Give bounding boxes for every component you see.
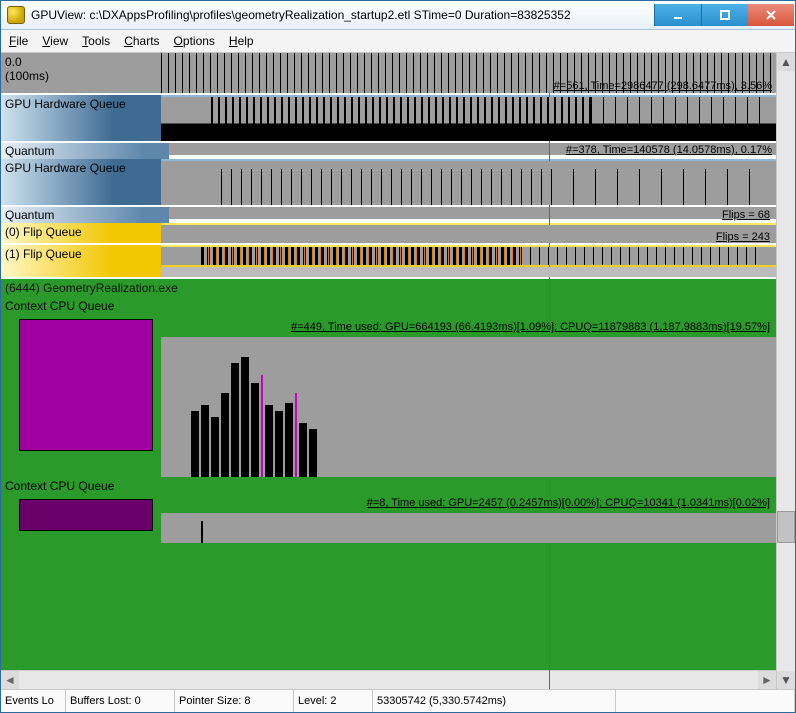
menubar: File View Tools Charts Options Help bbox=[1, 30, 795, 53]
context-2-info: #=8, Time used: GPU=2457 (0.2457ms)[0.00… bbox=[367, 497, 770, 509]
ruler-label: 0.0 (100ms) bbox=[1, 53, 161, 93]
context-2-label: Context CPU Queue bbox=[1, 477, 169, 495]
flip-queue-1: (1) Flip Queue Flips = 243 bbox=[1, 245, 776, 279]
app-icon bbox=[7, 6, 25, 24]
context-2: Context CPU Queue #=8, Time used: GPU=24… bbox=[1, 477, 776, 543]
context-1-bars bbox=[191, 357, 331, 477]
status-blank bbox=[616, 690, 795, 712]
menu-options[interactable]: Options bbox=[174, 34, 215, 48]
vscroll-up-arrow[interactable]: ▲ bbox=[777, 53, 795, 71]
context-1: Context CPU Queue #=449, Time used: GPU=… bbox=[1, 297, 776, 477]
flip-queue-0: (0) Flip Queue Flips = 68 bbox=[1, 223, 776, 245]
statusbar: Events Lo Buffers Lost: 0 Pointer Size: … bbox=[1, 689, 795, 712]
status-events: Events Lo bbox=[1, 690, 66, 712]
menu-tools[interactable]: Tools bbox=[82, 34, 110, 48]
gpu-hw-queue-2-track[interactable]: #=378, Time=140578 (14.0578ms), 0.17% bbox=[161, 159, 776, 205]
flip-queue-0-track[interactable]: Flips = 68 bbox=[161, 223, 776, 243]
minimize-button[interactable] bbox=[654, 4, 701, 26]
maximize-button[interactable] bbox=[701, 4, 748, 26]
context-1-graph[interactable]: #=449, Time used: GPU=664193 (66.4193ms)… bbox=[161, 337, 776, 477]
window-controls bbox=[654, 4, 794, 26]
minimize-icon bbox=[672, 9, 684, 21]
context-2-icon[interactable] bbox=[19, 499, 151, 531]
process-name: (6444) GeometryRealization.exe bbox=[1, 279, 776, 297]
gpu-hw-queue-2-info: #=378, Time=140578 (14.0578ms), 0.17% bbox=[566, 144, 772, 156]
status-pointer: Pointer Size: 8 bbox=[175, 690, 294, 712]
flip-queue-0-label: (0) Flip Queue bbox=[1, 223, 161, 243]
context-1-box bbox=[19, 319, 153, 451]
vscroll-thumb[interactable] bbox=[777, 511, 795, 543]
menu-charts[interactable]: Charts bbox=[124, 34, 159, 48]
flip-1-body[interactable] bbox=[161, 247, 776, 265]
menu-help[interactable]: Help bbox=[229, 34, 254, 48]
titlebar[interactable]: GPUView: c:\DXAppsProfiling\profiles\geo… bbox=[1, 1, 795, 30]
quantum-2: Quantum bbox=[1, 207, 776, 223]
hscroll-left-arrow[interactable]: ◄ bbox=[1, 671, 19, 689]
context-1-info: #=449, Time used: GPU=664193 (66.4193ms)… bbox=[291, 321, 770, 333]
status-level: Level: 2 bbox=[294, 690, 373, 712]
vertical-scrollbar[interactable]: ▲ ▼ bbox=[776, 53, 795, 689]
status-time: 53305742 (5,330.5742ms) bbox=[373, 690, 616, 712]
gpu-hw-queue-2: GPU Hardware Queue #=378, Time=140578 (1… bbox=[1, 159, 776, 207]
hscroll-right-arrow[interactable]: ► bbox=[758, 671, 776, 689]
ruler-start: 0.0 bbox=[5, 55, 157, 69]
quantum-1-label: Quantum bbox=[1, 143, 169, 159]
workspace: 0.0 (100ms) GPU Hardware Queue #=561, Ti… bbox=[1, 53, 795, 689]
close-icon bbox=[765, 9, 777, 21]
horizontal-scrollbar[interactable]: ◄ ► bbox=[1, 670, 776, 689]
flip-1-spikes bbox=[161, 247, 776, 265]
flip-queue-1-track[interactable]: Flips = 243 bbox=[161, 245, 776, 277]
gpu-hw-queue-2-body[interactable] bbox=[161, 161, 776, 205]
gpu-hw-queue-1-label: GPU Hardware Queue bbox=[1, 95, 161, 141]
menu-view[interactable]: View bbox=[42, 34, 68, 48]
close-button[interactable] bbox=[748, 4, 794, 26]
status-buffers: Buffers Lost: 0 bbox=[66, 690, 175, 712]
app-window: GPUView: c:\DXAppsProfiling\profiles\geo… bbox=[0, 0, 796, 713]
maximize-icon bbox=[719, 9, 731, 21]
flip-1-sub bbox=[161, 267, 776, 277]
flip-queue-1-label: (1) Flip Queue bbox=[1, 245, 161, 277]
quantum-2-label: Quantum bbox=[1, 207, 169, 223]
gpu-hw-queue-1-body[interactable] bbox=[161, 97, 776, 141]
context-2-spike bbox=[201, 521, 203, 543]
context-1-icon[interactable] bbox=[19, 319, 151, 451]
gpu-hw-queue-1: GPU Hardware Queue #=561, Time=2986477 (… bbox=[1, 95, 776, 143]
hw2-spikes bbox=[161, 161, 776, 205]
quantum-2-track[interactable] bbox=[169, 207, 776, 219]
context-2-graph[interactable]: #=8, Time used: GPU=2457 (0.2457ms)[0.00… bbox=[161, 513, 776, 543]
timeline[interactable]: 0.0 (100ms) GPU Hardware Queue #=561, Ti… bbox=[1, 53, 776, 689]
process-lane: (6444) GeometryRealization.exe Context C… bbox=[1, 279, 776, 670]
flip-queue-1-info: Flips = 243 bbox=[716, 231, 770, 243]
hw1-spikes bbox=[161, 97, 776, 141]
vscroll-down-arrow[interactable]: ▼ bbox=[777, 671, 795, 689]
flip-0-body[interactable] bbox=[161, 225, 776, 243]
gpu-hw-queue-1-info: #=561, Time=2986477 (298.6477ms), 3.56% bbox=[554, 80, 772, 92]
process-header[interactable]: (6444) GeometryRealization.exe bbox=[1, 279, 776, 297]
flip-queue-0-info: Flips = 68 bbox=[722, 209, 770, 221]
context-1-label: Context CPU Queue bbox=[1, 297, 169, 315]
gpu-hw-queue-2-label: GPU Hardware Queue bbox=[1, 159, 161, 205]
gpu-hw-queue-1-track[interactable]: #=561, Time=2986477 (298.6477ms), 3.56% bbox=[161, 95, 776, 141]
context-2-box bbox=[19, 499, 153, 531]
menu-file[interactable]: File bbox=[9, 34, 28, 48]
window-title: GPUView: c:\DXAppsProfiling\profiles\geo… bbox=[31, 8, 654, 22]
ruler-step: (100ms) bbox=[5, 69, 157, 83]
